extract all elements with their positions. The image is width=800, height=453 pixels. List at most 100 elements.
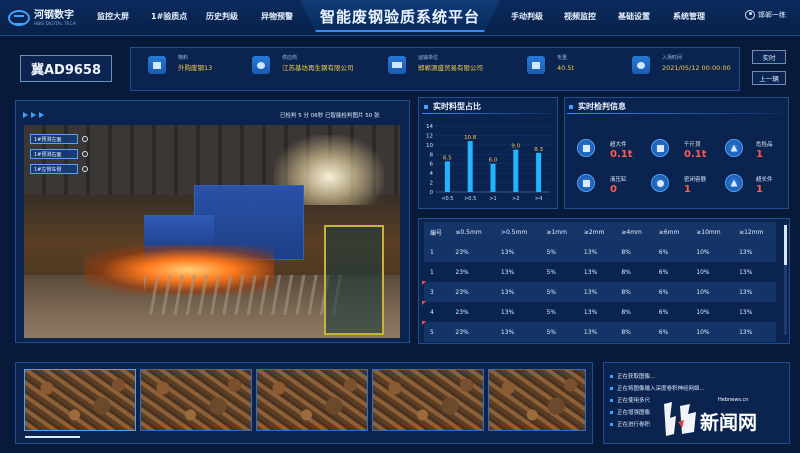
table-body: 1 23% 13% 5% 13% 8% 6% 10% 13% 1 23% 13% 5% 13% 8% 6% 10… (424, 242, 776, 342)
camera-tag-3[interactable]: 1#左侧车侧 (30, 164, 78, 174)
user-name: 邯郸一练 (758, 11, 786, 19)
y-tick-label: 2 (430, 181, 434, 187)
weight-icon (527, 56, 545, 74)
camera-toggle-icon[interactable] (82, 151, 88, 157)
live-video-feed[interactable] (24, 125, 400, 338)
table-cell: 3 (430, 288, 434, 296)
log-line: 正在使用多尺 (610, 396, 650, 404)
column-header[interactable]: ≥12mm (733, 222, 776, 242)
column-header[interactable]: ≥2mm (578, 222, 615, 242)
bar (513, 149, 519, 192)
scrap-thumbnail[interactable] (256, 369, 368, 431)
play-icon[interactable] (23, 112, 28, 118)
y-tick-label: 4 (430, 171, 434, 177)
user-menu[interactable]: 邯郸一练 (745, 10, 786, 20)
detect-value: 1 (756, 149, 763, 160)
column-header[interactable]: 编号 (424, 222, 449, 242)
table-cell: 23% (455, 248, 469, 256)
table-cell: 10% (696, 248, 710, 256)
previous-vehicle-button[interactable]: 上一辆 (752, 71, 786, 85)
bar (536, 152, 542, 192)
play-controls[interactable] (23, 112, 44, 118)
table-cell: 6% (658, 248, 669, 256)
nav-foreign-warning[interactable]: 异物预警 (261, 11, 293, 22)
table-row[interactable]: 4 23% 13% 5% 13% 8% 6% 10% 13% (424, 302, 776, 322)
watermark-text: 新闻网 (700, 412, 758, 434)
nav-system-admin[interactable]: 系统管理 (673, 11, 705, 22)
realtime-button[interactable]: 实时 (752, 50, 786, 64)
table-cell: 13% (500, 268, 515, 276)
detect-value: 1 (684, 184, 691, 195)
camera-toggle-icon[interactable] (82, 166, 88, 172)
table-cell: 10% (696, 268, 710, 276)
camera-tag-2[interactable]: 1#预测右面 (30, 149, 78, 159)
table-row[interactable]: 1 23% 13% 5% 13% 8% 6% 10% 13% (424, 242, 776, 262)
column-header[interactable]: ≥6mm (653, 222, 690, 242)
column-header[interactable]: >0.5mm (495, 222, 541, 242)
section-marker-icon (569, 104, 573, 109)
play-icon[interactable] (31, 112, 36, 118)
table-cell: 5% (546, 288, 556, 296)
table-cell: 5% (546, 268, 556, 276)
brand-subtitle: HBIS DIGITAL TECH (34, 21, 76, 26)
license-plate: 冀AD9658 (20, 55, 112, 82)
container-icon (651, 174, 669, 192)
log-line: 正在增强图像 (610, 408, 650, 416)
detect-value: 1 (756, 184, 763, 195)
detect-label: 千斤顶 (684, 142, 701, 148)
table-cell: 6% (658, 268, 669, 276)
column-header[interactable]: ≤0.5mm (449, 222, 495, 242)
table-row[interactable]: 1 23% 13% 5% 13% 8% 6% 10% 13% (424, 262, 776, 282)
table-row[interactable]: 5 23% 13% 5% 13% 8% 6% 10% 13% (424, 322, 776, 342)
material-icon (148, 56, 166, 74)
table-cell: 8% (621, 288, 631, 296)
row-alert-flag (422, 321, 426, 325)
scrap-thumbnail[interactable] (140, 369, 252, 431)
table-cell: 8% (621, 308, 631, 316)
table-cell: 1 (430, 248, 434, 256)
scrap-thumbnail[interactable] (372, 369, 484, 431)
nav-history[interactable]: 历史判级 (206, 11, 238, 22)
table-cell: 13% (739, 268, 753, 276)
nav-inspection-point[interactable]: 1#验质点 (151, 11, 187, 22)
table-cell: 23% (455, 268, 469, 276)
table-cell: 8% (621, 248, 631, 256)
table-cell: 10% (696, 328, 710, 336)
table-cell: 4 (430, 308, 434, 316)
cube-icon (577, 139, 595, 157)
material-ratio-chart: 0 2 4 6 8 10 12 14 6.5 <0.5 10.8 >0.5 6.0 >1 9.0 >2 8.3 >… (426, 124, 550, 202)
table-cell: 1 (430, 268, 434, 276)
table-cell: 13% (583, 288, 598, 296)
scrap-thumbnail[interactable] (488, 369, 586, 431)
table-cell: 5% (546, 308, 556, 316)
nav-video-monitor[interactable]: 视频监控 (564, 11, 596, 22)
table-scrollbar-thumb[interactable] (784, 225, 787, 265)
column-header[interactable]: ≥10mm (690, 222, 733, 242)
nav-monitor-screen[interactable]: 监控大屏 (97, 11, 129, 22)
table-cell: 10% (696, 308, 710, 316)
nav-basic-settings[interactable]: 基础设置 (618, 11, 650, 22)
bar-value-label: 6.5 (443, 155, 452, 161)
table-row[interactable]: 3 23% 13% 5% 13% 8% 6% 10% 13% (424, 282, 776, 302)
table-cell: 13% (583, 308, 598, 316)
play-icon[interactable] (39, 112, 44, 118)
camera-toggle-icon[interactable] (82, 136, 88, 142)
y-tick-label: 0 (430, 190, 434, 196)
table-cell: 13% (500, 308, 515, 316)
column-header[interactable]: ≥4mm (615, 222, 652, 242)
camera-tag-1[interactable]: 1#预测左面 (30, 134, 78, 144)
bar-value-label: 6.0 (489, 158, 498, 164)
info-transport: 运输单位 邯郸源盛贸易有限公司 (388, 54, 483, 74)
bar-value-label: 9.0 (511, 144, 520, 150)
table-cell: 23% (455, 308, 469, 316)
column-header[interactable]: ≥1mm (540, 222, 577, 242)
detect-value: 0 (610, 184, 617, 195)
table-cell: 8% (621, 328, 631, 336)
scrap-thumbnail[interactable] (24, 369, 136, 431)
nav-manual-grade[interactable]: 手动判级 (511, 11, 543, 22)
thumbnail-scrollbar[interactable] (25, 436, 80, 438)
x-tick-label: >1 (489, 196, 496, 202)
x-tick-label: <0.5 (441, 196, 453, 202)
y-tick-label: 14 (426, 124, 433, 130)
detection-title: 实时检判信息 (569, 101, 626, 112)
